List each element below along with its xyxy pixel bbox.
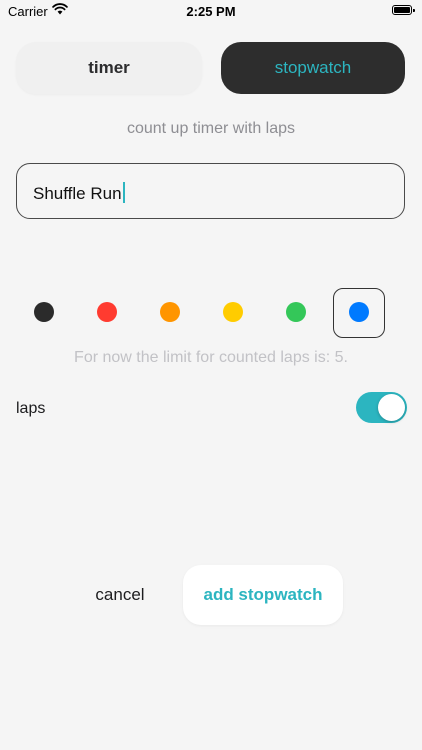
status-bar: Carrier 2:25 PM [0, 0, 422, 22]
tab-timer[interactable]: timer [16, 42, 202, 94]
mode-description: count up timer with laps [126, 120, 296, 137]
text-caret [122, 182, 125, 203]
color-option-red[interactable] [97, 302, 117, 322]
laps-label: laps [16, 400, 46, 417]
color-option-black[interactable] [34, 302, 54, 322]
name-text: Shuffle Run [33, 184, 122, 203]
color-option-orange[interactable] [160, 302, 180, 322]
clock-time: 2:25 PM [186, 4, 236, 19]
add-stopwatch-button[interactable]: add stopwatch [183, 565, 343, 625]
laps-limit-note: For now the limit for counted laps is: 5… [74, 349, 348, 366]
color-picker [0, 288, 422, 338]
color-option-yellow[interactable] [223, 302, 243, 322]
battery-icon [392, 5, 415, 15]
laps-toggle[interactable] [356, 392, 407, 423]
tab-stopwatch[interactable]: stopwatch [221, 42, 405, 94]
cancel-button[interactable]: cancel [60, 575, 180, 615]
color-option-blue[interactable] [349, 302, 369, 322]
toggle-knob [378, 394, 405, 421]
name-input-value: Shuffle Run [33, 182, 125, 204]
color-option-green[interactable] [286, 302, 306, 322]
name-input[interactable]: Shuffle Run [16, 163, 405, 219]
